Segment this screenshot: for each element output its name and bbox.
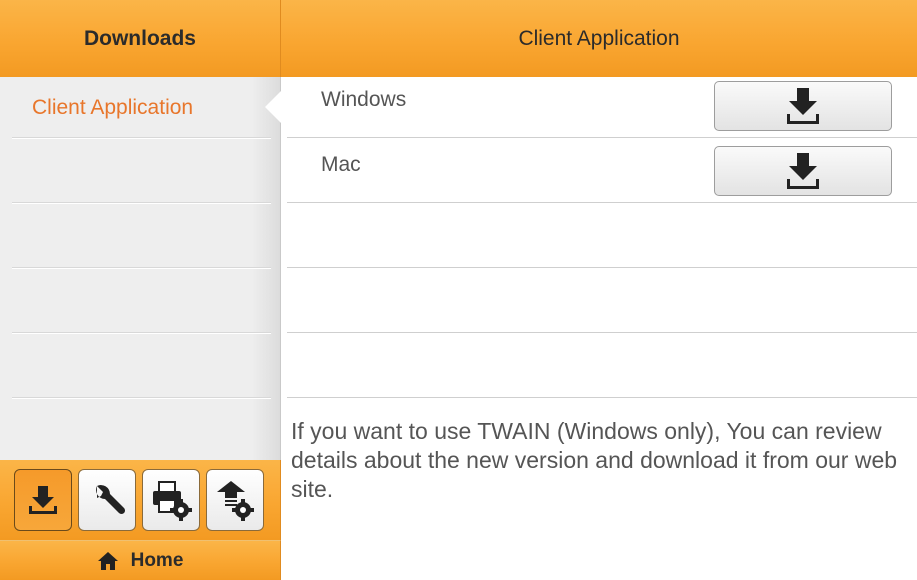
twain-note: If you want to use TWAIN (Windows only),…: [291, 418, 898, 502]
divider: [12, 137, 271, 138]
selection-pointer: [265, 91, 281, 123]
main-header: Client Application: [281, 0, 917, 77]
divider: [287, 202, 917, 203]
divider: [287, 137, 917, 138]
sidebar-title: Downloads: [83, 26, 196, 50]
divider: [287, 267, 917, 268]
sidebar-item-label: Client Application: [32, 96, 194, 119]
downloads-button[interactable]: [14, 469, 72, 531]
divider: [12, 332, 271, 333]
home-icon: [97, 551, 118, 570]
firmware-update-button[interactable]: [206, 469, 264, 531]
home-label: Home: [130, 549, 184, 571]
download-icon: [787, 88, 819, 124]
os-label-mac: Mac: [321, 153, 361, 176]
sidebar-list: Client Application: [0, 77, 281, 460]
download-icon: [29, 486, 57, 514]
divider: [12, 267, 271, 268]
divider: [12, 397, 271, 398]
printer-gear-icon: [153, 481, 192, 521]
bottom-toolbar: [0, 460, 281, 540]
sidebar-header: Downloads: [0, 0, 281, 77]
windows-download-button[interactable]: [714, 81, 892, 131]
sidebar: Downloads Client Application Home: [0, 0, 281, 580]
settings-button[interactable]: [78, 469, 136, 531]
mac-download-button[interactable]: [714, 146, 892, 196]
sidebar-item-client-application[interactable]: Client Application: [0, 77, 281, 139]
os-label-windows: Windows: [321, 88, 407, 111]
home-button[interactable]: Home: [0, 540, 281, 580]
divider: [12, 202, 271, 203]
divider: [287, 397, 917, 398]
divider: [287, 332, 917, 333]
download-icon: [787, 153, 819, 189]
page-title: Client Application: [518, 26, 680, 50]
printer-settings-button[interactable]: [142, 469, 200, 531]
wrench-icon: [96, 485, 126, 515]
upload-gear-icon: [217, 481, 254, 521]
